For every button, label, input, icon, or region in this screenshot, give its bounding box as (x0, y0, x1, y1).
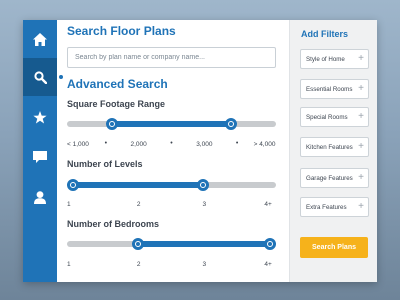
bedrooms-ticks: 1 2 3 4+ (67, 261, 276, 271)
nav-item-profile[interactable] (23, 178, 57, 216)
floor-plan-search-panel: Search Floor Plans Advanced Search Squar… (23, 20, 377, 282)
page-title: Search Floor Plans (67, 24, 176, 38)
square-footage-ticks: < 1,000 2,000 3,000 > 4,000 • • • (67, 140, 276, 151)
tick-separator-dot: • (104, 140, 108, 147)
levels-ticks: 1 2 3 4+ (67, 201, 276, 211)
nav-item-search[interactable] (23, 58, 57, 96)
slider-min-handle[interactable] (132, 238, 144, 250)
bedrooms-label: Number of Bedrooms (67, 219, 160, 229)
filter-kitchen-features[interactable]: Kitchen Features + (300, 137, 369, 157)
search-plans-button[interactable]: Search Plans (300, 237, 368, 258)
advanced-search-heading: Advanced Search (67, 77, 168, 91)
plus-icon: + (358, 201, 364, 212)
slider-max-handle[interactable] (197, 179, 210, 191)
home-icon (33, 32, 47, 46)
slider-min-handle[interactable] (67, 179, 79, 191)
search-icon (33, 70, 47, 84)
filters-panel: Add Filters Style of Home + Essential Ro… (289, 20, 377, 282)
levels-slider[interactable] (67, 179, 276, 191)
search-input[interactable] (67, 47, 276, 68)
tick-label: > 4,000 (253, 141, 276, 148)
filter-extra-features[interactable]: Extra Features + (300, 197, 369, 217)
filter-label: Extra Features (306, 203, 347, 211)
filter-special-rooms[interactable]: Special Rooms + (300, 107, 369, 127)
filters-heading: Add Filters (301, 29, 349, 39)
tick-label: 3,000 (196, 141, 213, 148)
filter-garage-features[interactable]: Garage Features + (300, 168, 369, 188)
filter-essential-rooms[interactable]: Essential Rooms + (300, 79, 369, 99)
slider-range-fill (73, 182, 204, 188)
tick-label: 2 (136, 201, 141, 208)
bedrooms-slider[interactable] (67, 238, 276, 250)
plus-icon: + (358, 83, 364, 94)
star-icon (33, 110, 47, 123)
plus-icon: + (358, 141, 364, 152)
filter-style-of-home[interactable]: Style of Home + (300, 49, 369, 69)
slider-max-handle[interactable] (224, 118, 237, 130)
active-nav-indicator (59, 75, 63, 79)
tick-label: 4+ (264, 201, 272, 208)
tick-label: 2,000 (130, 141, 147, 148)
slider-max-handle[interactable] (264, 238, 276, 250)
filter-label: Style of Home (306, 55, 345, 63)
chat-icon (33, 150, 47, 163)
user-icon (34, 190, 46, 204)
nav-item-messages[interactable] (23, 138, 57, 176)
filter-label: Essential Rooms (306, 85, 353, 93)
square-footage-label: Square Footage Range (67, 99, 166, 109)
nav-item-home[interactable] (23, 20, 57, 58)
nav-item-favorites[interactable] (23, 98, 57, 136)
tick-label: < 1,000 (67, 141, 89, 148)
slider-min-handle[interactable] (106, 118, 119, 130)
slider-range-fill (112, 121, 231, 127)
tick-label: 1 (67, 201, 71, 208)
tick-label: 1 (67, 261, 71, 268)
filter-label: Garage Features (306, 174, 353, 182)
square-footage-slider[interactable] (67, 118, 276, 130)
plus-icon: + (358, 53, 364, 64)
plus-icon: + (358, 172, 364, 183)
main-search-area: Search Floor Plans Advanced Search Squar… (67, 20, 289, 282)
levels-label: Number of Levels (67, 159, 143, 169)
slider-range-fill (138, 241, 270, 247)
tick-label: 3 (202, 201, 207, 208)
tick-separator-dot: • (235, 140, 239, 147)
tick-separator-dot: • (170, 140, 173, 147)
plus-icon: + (358, 111, 364, 122)
tick-label: 2 (136, 261, 141, 268)
tick-label: 4+ (264, 261, 272, 268)
sidebar-nav (23, 20, 57, 282)
filter-label: Kitchen Features (306, 143, 353, 151)
tick-label: 3 (202, 261, 207, 268)
filter-label: Special Rooms (306, 113, 348, 121)
